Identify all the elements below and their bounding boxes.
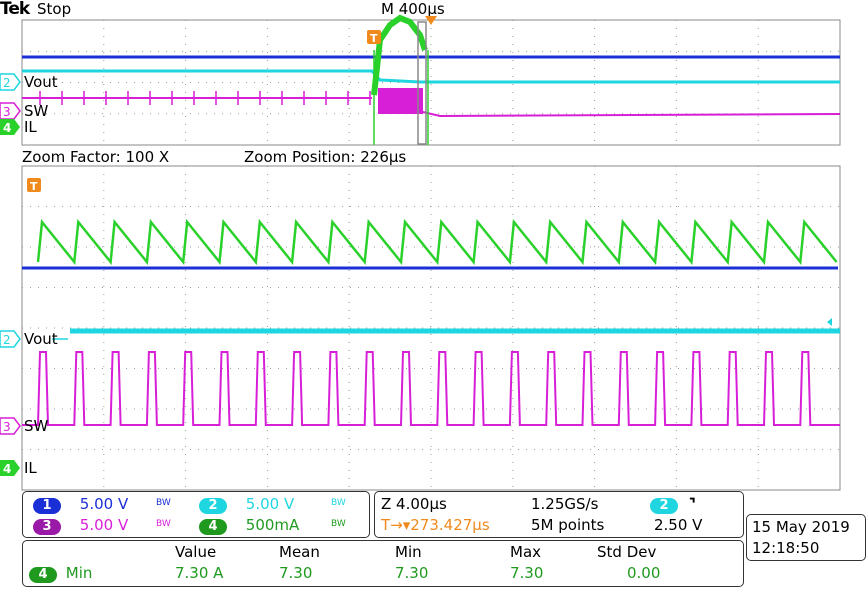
overview-trigger-marker: T <box>367 30 381 45</box>
zoom-ch2-label: 2 <box>0 330 21 348</box>
ch2-badge: 2 <box>199 498 227 514</box>
overview-ch2-label: 2 <box>0 73 21 91</box>
svg-text:4: 4 <box>3 462 11 476</box>
ch4-settings[interactable]: 4 500mA <box>199 516 299 535</box>
svg-text:2: 2 <box>3 76 11 90</box>
timebase-trigger-panel[interactable]: Z 4.00µs 1.25GS/s 2 ⌝ T→▾273.427µs 5M po… <box>374 491 744 538</box>
time-readout: 12:18:50 <box>752 539 820 557</box>
meas-std-dev: 0.00 <box>627 564 661 582</box>
svg-text:2: 2 <box>3 333 11 347</box>
zoom-timebase-scale: Z 4.00µs <box>381 495 447 513</box>
zoom-graticule <box>21 165 841 491</box>
overview-ch3-label: 3 <box>0 102 21 120</box>
zoom-ch3-label: 3 <box>0 417 21 435</box>
meas-max: 7.30 <box>510 564 544 582</box>
meas-value: 7.30 A <box>175 564 224 582</box>
ch1-bw-limit: BW <box>156 498 171 508</box>
ch4-scale: 500mA <box>245 516 300 534</box>
svg-text:4: 4 <box>3 121 11 135</box>
trigger-level: 2.50 V <box>654 516 703 534</box>
meas-row-source[interactable]: 4 Min <box>29 564 92 583</box>
meas-header-mean: Mean <box>279 543 320 561</box>
meas-header-min: Min <box>395 543 422 561</box>
trigger-source[interactable]: 2 ⌝ <box>650 495 696 514</box>
sample-rate: 1.25GS/s <box>531 495 599 513</box>
ch4-badge: 4 <box>199 519 227 535</box>
ch1-settings[interactable]: 1 5.00 V <box>33 495 128 514</box>
svg-text:T: T <box>30 180 38 193</box>
ch3-settings[interactable]: 3 5.00 V <box>33 516 128 535</box>
meas-name: Min <box>65 564 93 582</box>
trigger-source-badge: 2 <box>650 498 678 514</box>
meas-source-badge: 4 <box>29 567 57 583</box>
ch4-bw-limit: BW <box>331 519 346 529</box>
meas-min: 7.30 <box>395 564 429 582</box>
ch2-scale: 5.00 V <box>245 495 295 513</box>
zoom-trigger-marker: T <box>27 178 41 193</box>
datetime-panel: 15 May 2019 12:18:50 <box>746 514 866 561</box>
ch2-bw-limit: BW <box>331 498 346 508</box>
meas-header-max: Max <box>510 543 542 561</box>
overview-ch4-label: 4 <box>0 119 20 135</box>
meas-header-std-dev: Std Dev <box>597 543 657 561</box>
date-readout: 15 May 2019 <box>752 518 850 536</box>
ch2-settings[interactable]: 2 5.00 V <box>199 495 294 514</box>
svg-text:3: 3 <box>3 420 11 434</box>
ch1-badge: 1 <box>33 498 61 514</box>
ch1-scale: 5.00 V <box>79 495 129 513</box>
trigger-position: T→▾273.427µs <box>381 516 490 534</box>
overview-il-label: IL <box>24 118 37 136</box>
zoom-ch4-label: 4 <box>0 460 20 476</box>
zoom-sw-label: SW <box>24 417 49 435</box>
meas-header-value: Value <box>175 543 217 561</box>
overview-vout-label: Vout <box>24 73 58 91</box>
zoom-vout-label: Vout <box>24 330 58 348</box>
svg-text:T: T <box>370 32 378 45</box>
ch3-badge: 3 <box>33 519 61 535</box>
record-length: 5M points <box>531 516 605 534</box>
ch3-bw-limit: BW <box>156 519 171 529</box>
ch3-scale: 5.00 V <box>79 516 129 534</box>
channel-settings-panel[interactable]: 1 5.00 V BW 2 5.00 V BW 3 5.00 V BW 4 50… <box>22 491 370 538</box>
falling-edge-icon: ⌝ <box>688 495 696 513</box>
svg-text:3: 3 <box>3 105 11 119</box>
meas-mean: 7.30 <box>279 564 313 582</box>
zoom-il-label: IL <box>24 459 37 477</box>
measurements-panel[interactable]: Value Mean Min Max Std Dev 4 Min 7.30 A … <box>22 540 744 587</box>
